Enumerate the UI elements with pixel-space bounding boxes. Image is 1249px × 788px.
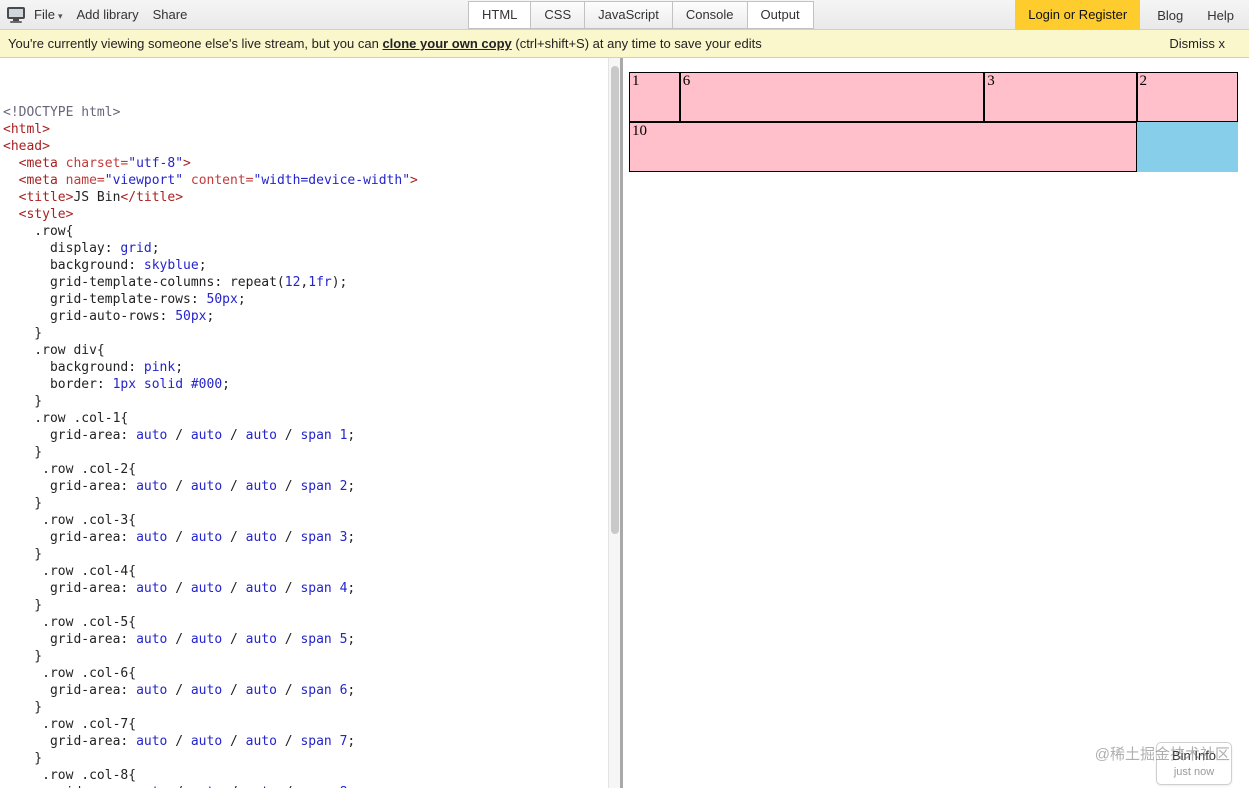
grid-cell: 1 [629,72,680,122]
html-code-editor[interactable]: <!DOCTYPE html> <html> <head> <meta charse… [0,58,608,788]
dismiss-button[interactable]: Dismiss x [1169,36,1225,51]
tab-javascript[interactable]: JavaScript [585,1,673,29]
notification-text: You're currently viewing someone else's … [8,36,762,51]
bin-info-label: Bin Info [1171,748,1217,763]
menu-file[interactable]: File ▾ [34,7,62,22]
bin-info-button[interactable]: Bin Info just now [1156,742,1232,785]
editor-scrollbar[interactable] [608,58,620,788]
code-lines: <!DOCTYPE html> <html> <head> <meta charse… [3,105,418,788]
grid-cell: 6 [679,72,985,122]
bin-info-time: just now [1173,766,1215,778]
panel-tabs: HTML CSS JavaScript Console Output [468,1,814,29]
menu-file-label: File [34,7,55,22]
grid-cell: 3 [984,72,1137,122]
blog-link[interactable]: Blog [1157,8,1183,23]
live-stream-notification: You're currently viewing someone else's … [0,30,1249,58]
chevron-down-icon: ▾ [57,11,63,21]
tab-console[interactable]: Console [672,1,748,29]
tab-output[interactable]: Output [747,1,814,29]
tab-html[interactable]: HTML [468,1,532,29]
menu-add-library[interactable]: Add library [76,7,138,22]
toolbar: File ▾ Add library Share HTML CSS JavaScrip… [0,0,1249,30]
clone-copy-link[interactable]: clone your own copy [382,36,511,51]
output-panel: 1 6 3 2 10 [623,58,1249,788]
grid-cell: 10 [629,122,1137,172]
help-link[interactable]: Help [1207,8,1234,23]
login-register-button[interactable]: Login or Register [1015,0,1141,30]
grid-cell: 2 [1136,72,1238,122]
toolbar-right: Login or Register Blog Help [1015,0,1249,30]
jsbin-logo-icon[interactable] [6,6,26,24]
tab-css[interactable]: CSS [531,1,586,29]
editor-scrollbar-thumb[interactable] [611,66,619,534]
output-grid: 1 6 3 2 10 [629,72,1238,172]
menu-share[interactable]: Share [153,7,188,22]
